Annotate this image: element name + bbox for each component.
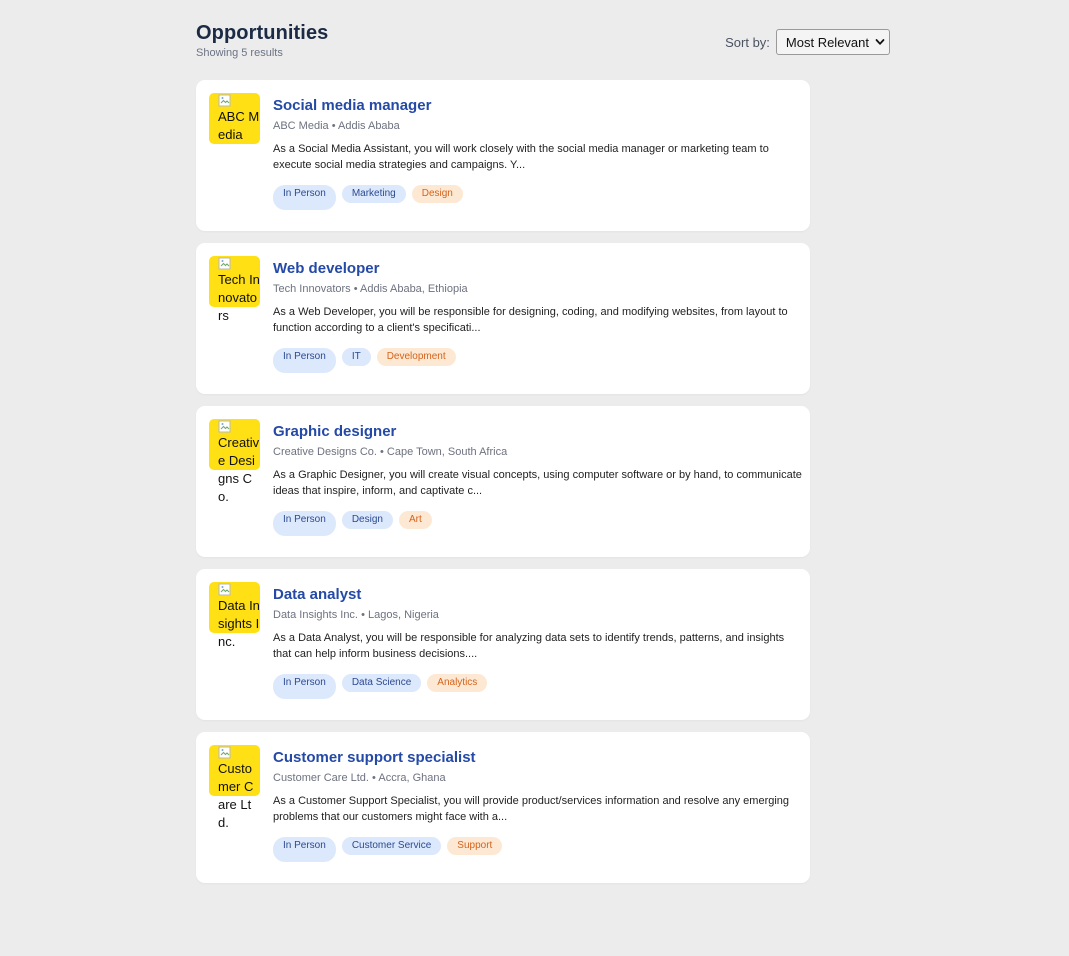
- category-tag: Art: [398, 511, 432, 529]
- category-tag: Customer Service: [341, 837, 442, 855]
- company-name: Data Insights Inc.: [273, 609, 358, 621]
- job-description: As a Social Media Assistant, you will wo…: [273, 143, 769, 171]
- job-tags: In Person IT Development: [273, 348, 798, 373]
- page-header: Opportunities Showing 5 results Sort by:…: [196, 0, 890, 80]
- job-title-link[interactable]: Data analyst: [273, 585, 798, 604]
- job-content: Data analyst Data Insights Inc. • Lagos,…: [273, 585, 798, 699]
- job-meta: Data Insights Inc. • Lagos, Nigeria: [273, 608, 798, 622]
- job-card[interactable]: ABC Media Social media manager ABC Media…: [196, 80, 810, 231]
- job-location: Cape Town, South Africa: [386, 446, 508, 458]
- work-mode-tag: In Person: [273, 511, 336, 536]
- job-title-link[interactable]: Social media manager: [273, 96, 798, 115]
- category-tag: Design: [411, 185, 463, 203]
- job-tags: In Person Customer Service Support: [273, 837, 798, 862]
- sort-select[interactable]: Most Relevant: [775, 29, 890, 55]
- job-description: As a Data Analyst, you will be responsib…: [273, 632, 785, 660]
- broken-image-icon: [218, 746, 231, 759]
- company-logo: Customer Care Ltd.: [209, 745, 260, 830]
- job-location: Lagos, Nigeria: [367, 609, 439, 621]
- company-logo: Tech Innovators: [209, 256, 260, 323]
- job-tags: In Person Data Science Analytics: [273, 674, 798, 699]
- job-tags: In Person Design Art: [273, 511, 798, 536]
- company-name: ABC Media: [273, 120, 329, 132]
- job-tags: In Person Marketing Design: [273, 185, 798, 210]
- work-mode-tag: In Person: [273, 348, 336, 373]
- job-description: As a Customer Support Specialist, you wi…: [273, 795, 790, 823]
- job-card[interactable]: Creative Designs Co. Graphic designer Cr…: [196, 406, 810, 557]
- job-content: Social media manager ABC Media • Addis A…: [273, 96, 798, 210]
- sort-control: Sort by: Most Relevant: [725, 29, 890, 55]
- company-logo-alt: Creative Designs Co.: [218, 435, 260, 504]
- job-location: Accra, Ghana: [378, 772, 446, 784]
- category-tag: Development: [376, 348, 456, 366]
- category-tag: IT: [341, 348, 371, 366]
- job-location: Addis Ababa: [338, 120, 400, 132]
- category-tag: Support: [447, 837, 503, 855]
- job-content: Web developer Tech Innovators • Addis Ab…: [273, 259, 798, 373]
- work-mode-tag: In Person: [273, 837, 336, 862]
- job-card[interactable]: Data Insights Inc. Data analyst Data Ins…: [196, 569, 810, 720]
- company-logo: Data Insights Inc.: [209, 582, 260, 649]
- category-tag: Design: [341, 511, 393, 529]
- job-title-link[interactable]: Customer support specialist: [273, 748, 798, 767]
- company-name: Creative Designs Co.: [273, 446, 377, 458]
- broken-image-icon: [218, 420, 231, 433]
- category-tag: Analytics: [427, 674, 488, 692]
- job-title-link[interactable]: Web developer: [273, 259, 798, 278]
- sort-selected-value: Most Relevant: [785, 34, 869, 50]
- broken-image-icon: [218, 583, 231, 596]
- page-title: Opportunities: [196, 22, 329, 44]
- company-name: Customer Care Ltd.: [273, 772, 369, 784]
- company-logo-alt: Tech Innovators: [218, 272, 260, 323]
- company-logo-alt: ABC Media: [218, 109, 260, 142]
- job-meta: Creative Designs Co. • Cape Town, South …: [273, 445, 798, 459]
- company-name: Tech Innovators: [273, 283, 351, 295]
- opportunities-page: Opportunities Showing 5 results Sort by:…: [196, 0, 890, 895]
- category-tag: Data Science: [341, 674, 422, 692]
- job-description: As a Graphic Designer, you will create v…: [273, 469, 802, 497]
- company-logo: ABC Media: [209, 93, 260, 144]
- job-title-link[interactable]: Graphic designer: [273, 422, 798, 441]
- job-content: Customer support specialist Customer Car…: [273, 748, 798, 862]
- broken-image-icon: [218, 94, 231, 107]
- category-tag: Marketing: [341, 185, 406, 203]
- work-mode-tag: In Person: [273, 185, 336, 210]
- job-content: Graphic designer Creative Designs Co. • …: [273, 422, 802, 536]
- result-count: Showing 5 results: [196, 47, 283, 59]
- job-card[interactable]: Customer Care Ltd. Customer support spec…: [196, 732, 810, 883]
- job-location: Addis Ababa, Ethiopia: [360, 283, 468, 295]
- company-logo-alt: Data Insights Inc.: [218, 598, 260, 649]
- job-meta: Customer Care Ltd. • Accra, Ghana: [273, 771, 798, 785]
- sort-label: Sort by:: [725, 34, 770, 50]
- company-logo-alt: Customer Care Ltd.: [218, 761, 254, 830]
- job-description: As a Web Developer, you will be responsi…: [273, 306, 788, 334]
- job-meta: Tech Innovators • Addis Ababa, Ethiopia: [273, 282, 798, 296]
- job-card[interactable]: Tech Innovators Web developer Tech Innov…: [196, 243, 810, 394]
- broken-image-icon: [218, 257, 231, 270]
- meta-separator: •: [380, 446, 387, 458]
- company-logo: Creative Designs Co.: [209, 419, 260, 504]
- work-mode-tag: In Person: [273, 674, 336, 699]
- chevron-down-icon: [875, 39, 885, 45]
- job-meta: ABC Media • Addis Ababa: [273, 119, 798, 133]
- meta-separator: •: [361, 609, 368, 621]
- job-list: ABC Media Social media manager ABC Media…: [196, 80, 810, 883]
